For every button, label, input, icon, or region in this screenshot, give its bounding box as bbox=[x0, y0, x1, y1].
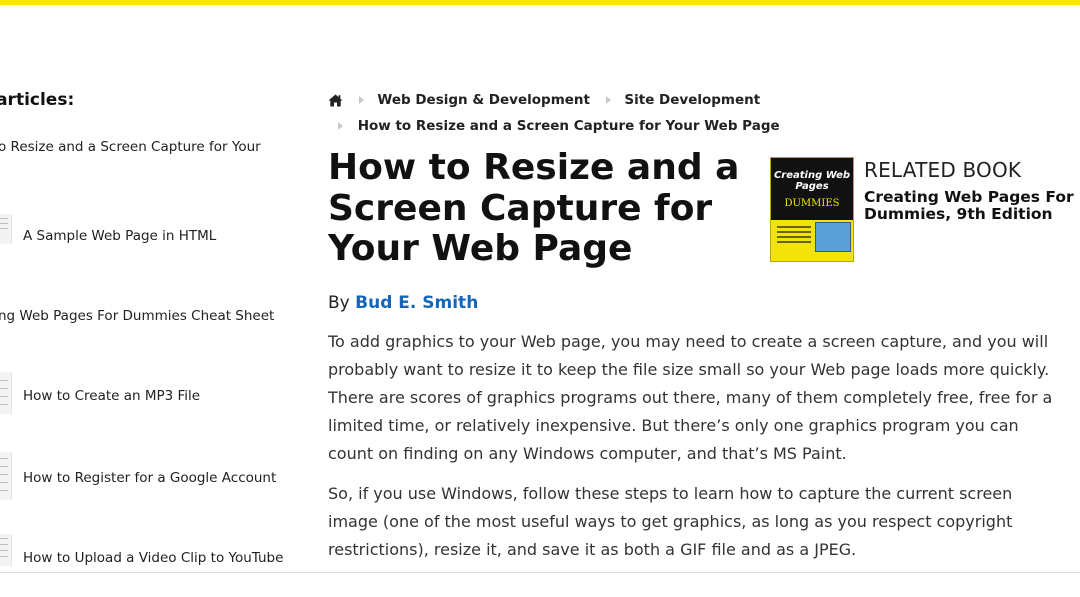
related-book-label: RELATED BOOK bbox=[864, 158, 1022, 182]
article-title-line: Your Web Page bbox=[328, 228, 633, 269]
breadcrumb-link-category[interactable]: Web Design & Development bbox=[377, 92, 590, 108]
article-thumbnail bbox=[0, 372, 12, 414]
home-icon bbox=[328, 94, 343, 106]
article-thumbnail bbox=[0, 534, 12, 566]
breadcrumb-home-link[interactable] bbox=[328, 92, 348, 108]
article-paragraph: So, if you use Windows, follow these ste… bbox=[328, 484, 1013, 559]
book-cover-title: Creating Web Pages bbox=[773, 170, 851, 192]
author-link[interactable]: Bud E. Smith bbox=[355, 293, 478, 313]
article-paragraph: To add graphics to your Web page, you ma… bbox=[328, 332, 1053, 463]
byline: By Bud E. Smith bbox=[328, 293, 478, 313]
article-thumbnail bbox=[0, 452, 12, 500]
book-cover-brand: DUMMIES bbox=[784, 198, 840, 209]
book-cover-text-lines bbox=[777, 226, 811, 246]
related-book-cover[interactable]: Creating Web Pages DUMMIES bbox=[770, 157, 854, 262]
sidebar-article-label: o Resize and a Screen Capture for Your bbox=[0, 139, 261, 155]
article-title-line: How to Resize and a bbox=[328, 147, 740, 188]
byline-prefix: By bbox=[328, 293, 350, 313]
footer-divider bbox=[0, 572, 1080, 573]
article-title-line: Screen Capture for bbox=[328, 187, 713, 229]
breadcrumb-link-subcategory[interactable]: Site Development bbox=[624, 92, 760, 108]
sidebar-article-label: How to Upload a Video Clip to YouTube bbox=[23, 550, 284, 566]
sidebar-article-label: A Sample Web Page in HTML bbox=[23, 228, 217, 244]
article-thumbnail bbox=[0, 214, 12, 244]
breadcrumb-separator-icon bbox=[338, 121, 343, 130]
related-book-title-link[interactable]: Creating Web Pages For Dummies, 9th Edit… bbox=[864, 189, 1074, 223]
article-title: How to Resize and a Screen Capture for Y… bbox=[328, 147, 748, 270]
breadcrumb-separator-icon bbox=[605, 95, 611, 104]
sidebar-article-label: How to Create an MP3 File bbox=[23, 388, 201, 404]
book-cover-illustration bbox=[815, 222, 851, 252]
sidebar-article-label: ng Web Pages For Dummies Cheat Sheet bbox=[0, 308, 275, 324]
breadcrumb-current-page[interactable]: How to Resize and a Screen Capture for Y… bbox=[358, 118, 780, 134]
sidebar-article-label: How to Register for a Google Account bbox=[23, 470, 277, 486]
related-articles-sidebar: d articles: o Resize and a Screen Captur… bbox=[0, 0, 300, 572]
sidebar-title: d articles: bbox=[0, 90, 75, 110]
breadcrumb-separator-icon bbox=[358, 95, 364, 104]
